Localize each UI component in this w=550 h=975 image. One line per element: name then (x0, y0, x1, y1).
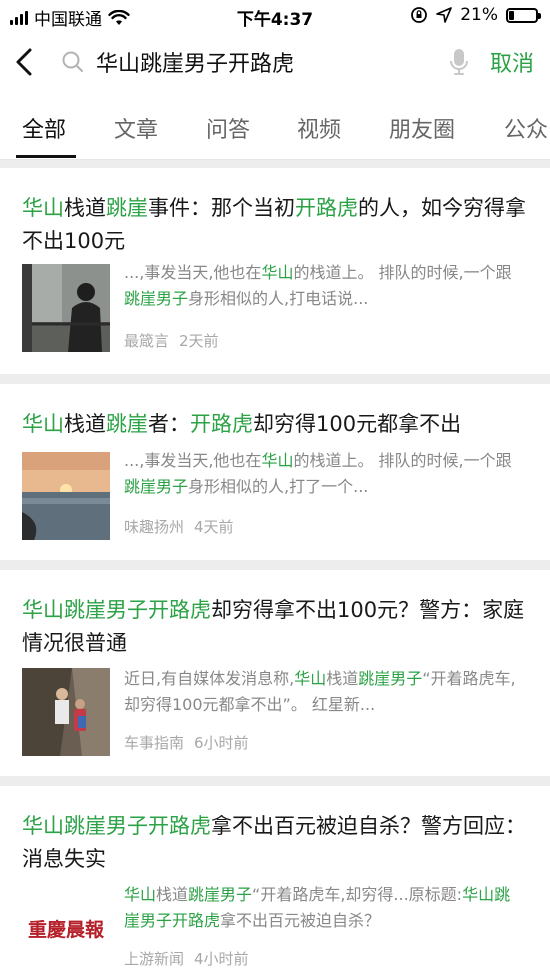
tab-articles[interactable]: 文章 (114, 112, 158, 144)
result-snippet: 近日,有自媒体发消息称,华山栈道跳崖男子“开着路虎车,却穷得100元都拿不出”。… (124, 669, 516, 714)
battery-icon (506, 7, 541, 23)
tab-bar: 全部 文章 问答 视频 朋友圈 公众 (0, 94, 550, 160)
status-right: 21% (410, 5, 541, 25)
tab-videos[interactable]: 视频 (297, 112, 341, 144)
cliff-path-climbers-photo (22, 668, 110, 756)
result-source[interactable]: 最箴言 (124, 332, 169, 350)
active-tab-indicator (16, 155, 76, 158)
location-arrow-icon (436, 7, 453, 23)
search-input[interactable]: 华山跳崖男子开路虎 (60, 42, 470, 82)
tab-moments[interactable]: 朋友圈 (389, 112, 455, 144)
result-time: 4小时前 (194, 950, 249, 968)
tab-official-accounts[interactable]: 公众 (504, 112, 548, 144)
result-card[interactable]: 华山跳崖男子开路虎却穷得拿不出100元？警方：家庭情况很普通 近日,有自媒体发消… (0, 570, 550, 776)
status-bar: 中国联通 下午4:37 21% (0, 0, 550, 30)
result-time: 4天前 (194, 518, 234, 536)
result-meta: 最箴言 2天前 (124, 330, 219, 351)
result-thumbnail (22, 452, 110, 540)
rotation-lock-icon (411, 7, 428, 23)
sunset-sea-photo (22, 452, 110, 540)
microphone-icon[interactable] (448, 47, 470, 77)
result-meta: 上游新闻 4小时前 (124, 948, 249, 969)
result-source[interactable]: 车事指南 (124, 734, 184, 752)
result-snippet: 华山栈道跳崖男子“开着路虎车,却穷得...原标题:华山跳崖男子开路虎拿不出百元被… (124, 885, 511, 930)
result-card[interactable]: 华山栈道跳崖事件：那个当初开路虎的人，如今穷得拿不出100元 ...,事发当天,… (0, 168, 550, 374)
result-thumbnail (22, 668, 110, 756)
back-arrow-icon[interactable] (10, 44, 40, 80)
result-snippet: ...,事发当天,他也在华山的栈道上。 排队的时候,一个跟跳崖男子身形相似的人,… (124, 263, 512, 308)
result-meta: 味趣扬州 4天前 (124, 516, 234, 537)
result-meta: 车事指南 6小时前 (124, 732, 249, 753)
result-time: 6小时前 (194, 734, 249, 752)
chongqing-morning-news-logo: 重慶晨報 (22, 884, 110, 972)
result-snippet: ...,事发当天,他也在华山的栈道上。 排队的时候,一个跟跳崖男子身形相似的人,… (124, 451, 512, 496)
result-source[interactable]: 味趣扬州 (124, 518, 184, 536)
result-card[interactable]: 华山栈道跳崖者：开路虎却穷得100元都拿不出 ...,事发当天,他也在华山的栈道… (0, 384, 550, 560)
result-title[interactable]: 华山栈道跳崖事件：那个当初开路虎的人，如今穷得拿不出100元 (22, 192, 532, 258)
result-time: 2天前 (179, 332, 219, 350)
search-query[interactable]: 华山跳崖男子开路虎 (96, 46, 448, 78)
tab-all[interactable]: 全部 (22, 112, 66, 144)
result-title[interactable]: 华山跳崖男子开路虎拿不出百元被迫自杀？警方回应：消息失实 (22, 810, 532, 876)
cancel-button[interactable]: 取消 (490, 46, 534, 78)
tab-qa[interactable]: 问答 (206, 112, 250, 144)
result-card[interactable]: 华山跳崖男子开路虎拿不出百元被迫自杀？警方回应：消息失实 重慶晨報 华山栈道跳崖… (0, 786, 550, 975)
result-title[interactable]: 华山跳崖男子开路虎却穷得拿不出100元？警方：家庭情况很普通 (22, 594, 532, 660)
result-title[interactable]: 华山栈道跳崖者：开路虎却穷得100元都拿不出 (22, 408, 532, 441)
result-source[interactable]: 上游新闻 (124, 950, 184, 968)
search-icon (62, 51, 83, 72)
battery-level-fill (509, 10, 515, 20)
search-bar: 华山跳崖男子开路虎 取消 (0, 30, 550, 94)
result-thumbnail: 重慶晨報 (22, 884, 110, 972)
result-thumbnail (22, 264, 110, 352)
man-on-plank-path-photo (22, 264, 110, 352)
battery-percent: 21% (460, 5, 498, 25)
